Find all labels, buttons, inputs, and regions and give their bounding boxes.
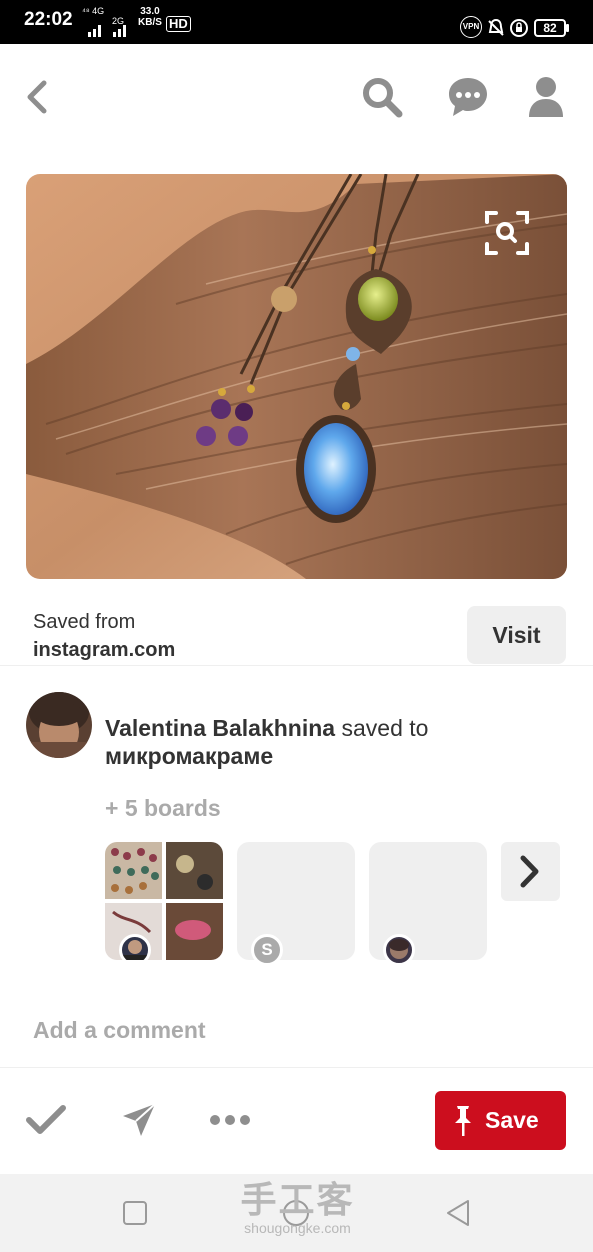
chat-bubble-icon[interactable] xyxy=(448,76,488,118)
save-button-label: Save xyxy=(485,1107,539,1133)
top-app-bar xyxy=(0,44,593,154)
signal-icon xyxy=(88,25,126,37)
more-boards-label: + 5 boards xyxy=(105,795,221,821)
watermark-logo-text: 手工客 xyxy=(240,1179,355,1220)
board-thumbnail[interactable] xyxy=(369,842,487,966)
status-bar: 22:02 ⁴⁸ 4G 2G 33.0 KB/S HD VPN 82 xyxy=(0,0,593,44)
checkmark-icon[interactable] xyxy=(26,1104,66,1136)
user-avatar-image xyxy=(26,692,92,758)
vpn-icon: VPN xyxy=(460,16,482,38)
search-icon[interactable] xyxy=(361,76,403,118)
status-time: 22:02 xyxy=(24,9,73,30)
source-domain-link[interactable]: instagram.com xyxy=(33,639,175,662)
speed-value: 33.0 xyxy=(140,6,160,17)
save-button[interactable]: Save xyxy=(435,1091,566,1150)
saved-to-text: saved to xyxy=(335,715,429,741)
battery-tip xyxy=(566,24,569,32)
send-icon[interactable] xyxy=(121,1102,157,1138)
bell-muted-icon xyxy=(488,18,504,36)
comment-input[interactable] xyxy=(33,1017,433,1044)
network-speed: 33.0 KB/S xyxy=(138,6,162,28)
hd-badge: HD xyxy=(166,16,191,32)
recents-square-icon[interactable] xyxy=(122,1200,148,1226)
board-name-link[interactable]: микромакраме xyxy=(105,743,273,770)
board-thumbnail[interactable] xyxy=(105,842,223,960)
saver-name-link[interactable]: Valentina Balakhnina xyxy=(105,715,335,741)
back-icon[interactable] xyxy=(24,80,50,114)
visit-button[interactable]: Visit xyxy=(467,606,566,664)
watermark: 手工客 shougongke.com xyxy=(230,1179,365,1237)
boards-next-button[interactable] xyxy=(501,842,560,901)
board-owner-avatar: S xyxy=(251,934,283,966)
battery-level: 82 xyxy=(543,21,557,35)
person-icon[interactable] xyxy=(528,76,564,118)
saved-from-label: Saved from xyxy=(33,611,136,633)
board-thumbnail[interactable]: S xyxy=(237,842,355,966)
back-triangle-icon[interactable] xyxy=(444,1198,472,1228)
chevron-right-icon xyxy=(520,855,539,888)
speed-unit: KB/S xyxy=(138,17,162,28)
pushpin-icon xyxy=(455,1106,471,1136)
saver-line: Valentina Balakhnina saved to xyxy=(105,715,428,742)
visual-search-icon[interactable] xyxy=(484,210,530,256)
watermark-url: shougongke.com xyxy=(244,1220,351,1236)
battery-indicator: 82 xyxy=(534,19,566,37)
board-owner-avatar xyxy=(383,934,415,966)
network-type-top: ⁴⁸ 4G xyxy=(82,6,105,16)
avatar[interactable] xyxy=(26,692,92,758)
pin-image[interactable] xyxy=(26,174,567,579)
more-dots-icon[interactable] xyxy=(208,1112,252,1128)
divider xyxy=(0,1067,593,1068)
divider xyxy=(0,665,593,666)
lock-rotation-icon xyxy=(510,19,528,37)
board-owner-avatar xyxy=(119,934,151,960)
